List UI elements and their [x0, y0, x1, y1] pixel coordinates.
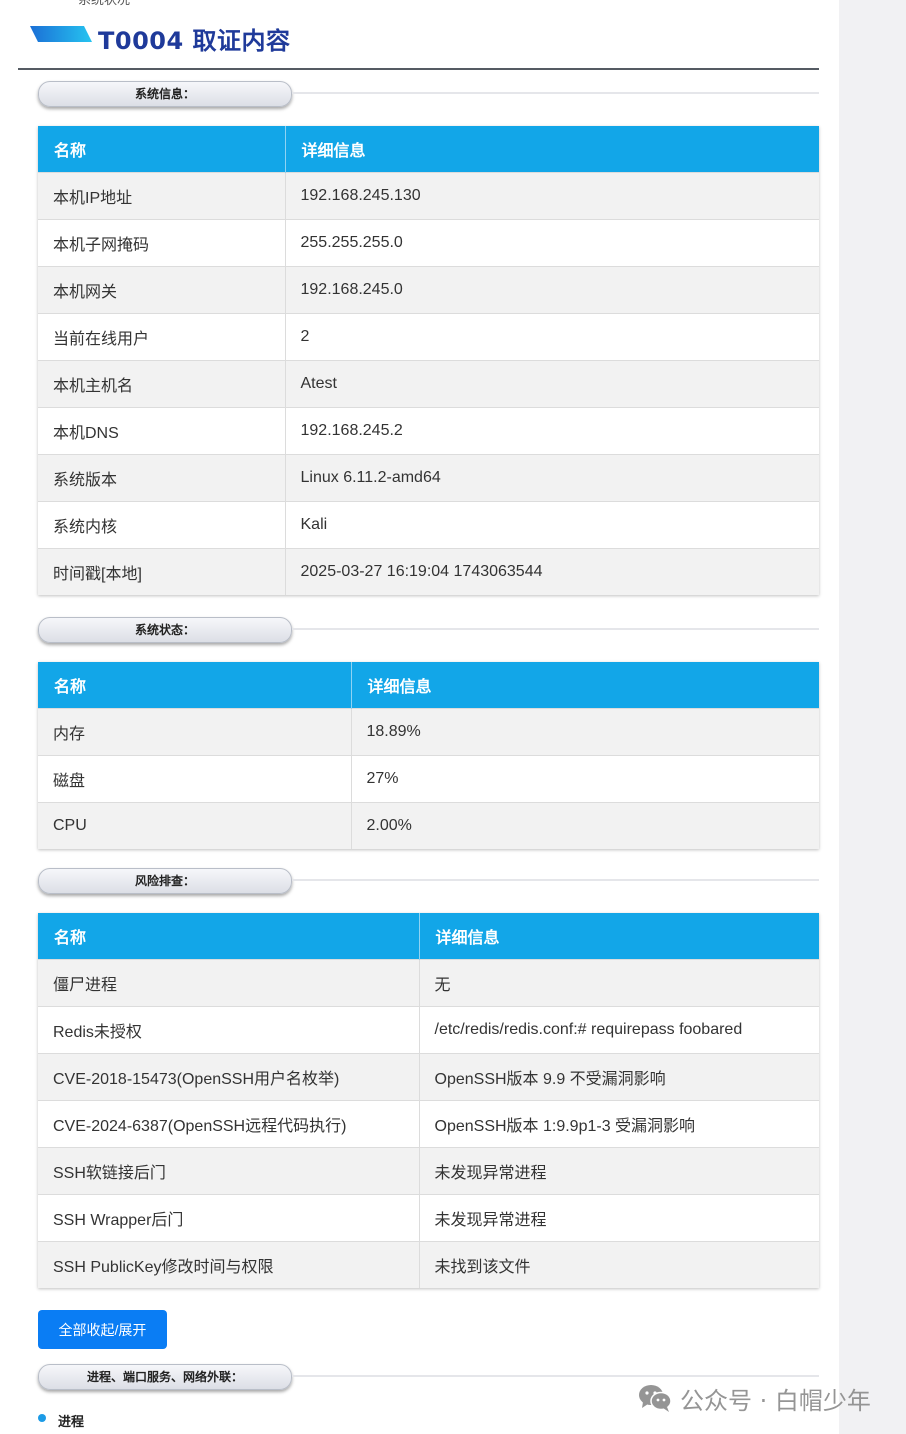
table-row: Redis未授权/etc/redis/redis.conf:# requirep…: [38, 1006, 819, 1054]
table-row: 本机网关 192.168.245.0: [38, 266, 819, 314]
row-name-cell: 僵尸进程: [38, 959, 420, 1007]
watermark-text: 公众号 · 白帽少年: [680, 1386, 871, 1415]
row-name-cell: 内存: [38, 708, 352, 756]
row-name-cell: Redis未授权: [38, 1006, 420, 1054]
row-detail-cell: 255.255.255.0: [285, 219, 819, 267]
process-item[interactable]: 进程: [58, 1411, 84, 1430]
header-stripe-icon: [30, 26, 92, 42]
row-name-cell: 磁盘: [38, 755, 352, 803]
row-detail-cell: OpenSSH版本 9.9 不受漏洞影响: [419, 1053, 819, 1101]
section-divider: [292, 1375, 819, 1377]
row-detail-cell: 27%: [351, 755, 819, 803]
row-detail-cell: 无: [419, 959, 819, 1007]
table-row: CVE-2024-6387(OpenSSH远程代码执行) OpenSSH版本 1:…: [38, 1100, 819, 1148]
column-header-detail: 详细信息: [351, 662, 819, 709]
table-header-row: 名称 详细信息: [38, 662, 819, 709]
row-detail-cell: /etc/redis/redis.conf:# requirepass foob…: [419, 1006, 819, 1054]
column-header-name: 名称: [38, 126, 286, 173]
row-detail-cell: 192.168.245.130: [285, 172, 819, 220]
row-detail-cell: 未发现异常进程: [419, 1147, 819, 1195]
table-header-row: 名称 详细信息: [38, 126, 819, 173]
page-title: T0004 取证内容: [98, 27, 291, 55]
column-header-name: 名称: [38, 662, 352, 709]
row-detail-cell: Kali: [285, 501, 819, 549]
section-title-system-info: 系统信息：: [38, 81, 292, 107]
row-detail-cell: OpenSSH版本 1:9.9p1-3 受漏洞影响: [419, 1100, 819, 1148]
row-name-cell: 当前在线用户: [38, 313, 286, 361]
cut-off-text: 系统状况: [78, 0, 130, 8]
risk-check-table: 名称 详细信息 僵尸进程无 Redis未授权/etc/redis/redis.con…: [38, 913, 819, 1288]
table-header-row: 名称 详细信息: [38, 913, 819, 960]
row-name-cell: 本机子网掩码: [38, 219, 286, 267]
table-row: CPU 2.00%: [38, 802, 819, 849]
column-header-name: 名称: [38, 913, 420, 960]
row-detail-cell: Atest: [285, 360, 819, 408]
row-detail-cell: 2.00%: [351, 802, 819, 849]
table-row: 内存 18.89%: [38, 708, 819, 756]
table-row: 系统内核 Kali: [38, 501, 819, 549]
bullet-icon: [38, 1414, 46, 1422]
row-name-cell: 本机网关: [38, 266, 286, 314]
row-name-cell: 系统内核: [38, 501, 286, 549]
page-header: T0004 取证内容: [18, 14, 819, 70]
row-name-cell: SSH PublicKey修改时间与权限: [38, 1241, 420, 1288]
row-detail-cell: 192.168.245.2: [285, 407, 819, 455]
row-detail-cell: 2025-03-27 16:19:04 1743063544: [285, 548, 819, 595]
row-detail-cell: 未发现异常进程: [419, 1194, 819, 1242]
table-row: 本机主机名 Atest: [38, 360, 819, 408]
section-divider: [292, 628, 819, 630]
table-row: 本机子网掩码 255.255.255.0: [38, 219, 819, 267]
row-name-cell: CVE-2024-6387(OpenSSH远程代码执行): [38, 1100, 420, 1148]
row-name-cell: 本机主机名: [38, 360, 286, 408]
table-row: 系统版本 Linux 6.11.2-amd64: [38, 454, 819, 502]
row-name-cell: CVE-2018-15473(OpenSSH用户名枚举): [38, 1053, 420, 1101]
table-row: SSH PublicKey修改时间与权限 未找到该文件: [38, 1241, 819, 1288]
section-title-process: 进程、端口服务、网络外联：: [38, 1364, 292, 1390]
row-detail-cell: Linux 6.11.2-amd64: [285, 454, 819, 502]
wechat-icon: [639, 1385, 672, 1412]
row-name-cell: 时间戳[本地]: [38, 548, 286, 595]
row-detail-cell: 18.89%: [351, 708, 819, 756]
section-divider: [292, 879, 819, 881]
system-status-table: 名称 详细信息 内存 18.89% 磁盘 27% CPU 2.00%: [38, 662, 819, 849]
row-name-cell: 本机DNS: [38, 407, 286, 455]
table-row: 时间戳[本地] 2025-03-27 16:19:04 1743063544: [38, 548, 819, 595]
table-row: SSH Wrapper后门 未发现异常进程: [38, 1194, 819, 1242]
section-divider: [292, 92, 819, 94]
column-header-detail: 详细信息: [285, 126, 819, 173]
table-row: CVE-2018-15473(OpenSSH用户名枚举) OpenSSH版本 9.…: [38, 1053, 819, 1101]
column-header-detail: 详细信息: [419, 913, 819, 960]
row-name-cell: SSH软链接后门: [38, 1147, 420, 1195]
row-detail-cell: 未找到该文件: [419, 1241, 819, 1288]
watermark: 公众号 · 白帽少年: [638, 1382, 871, 1415]
table-row: SSH软链接后门 未发现异常进程: [38, 1147, 819, 1195]
section-title-system-status: 系统状态：: [38, 617, 292, 643]
row-name-cell: 本机IP地址: [38, 172, 286, 220]
row-name-cell: SSH Wrapper后门: [38, 1194, 420, 1242]
table-row: 僵尸进程无: [38, 959, 819, 1007]
row-name-cell: 系统版本: [38, 454, 286, 502]
collapse-expand-all-button[interactable]: 全部收起/展开: [38, 1310, 167, 1349]
row-detail-cell: 2: [285, 313, 819, 361]
table-row: 磁盘 27%: [38, 755, 819, 803]
row-name-cell: CPU: [38, 802, 352, 849]
right-gutter: [839, 0, 906, 1434]
row-detail-cell: 192.168.245.0: [285, 266, 819, 314]
system-info-table: 名称 详细信息 本机IP地址 192.168.245.130 本机子网掩码 255.25…: [38, 126, 819, 595]
section-title-risk-check: 风险排查：: [38, 868, 292, 894]
table-row: 当前在线用户 2: [38, 313, 819, 361]
table-row: 本机IP地址 192.168.245.130: [38, 172, 819, 220]
table-row: 本机DNS 192.168.245.2: [38, 407, 819, 455]
